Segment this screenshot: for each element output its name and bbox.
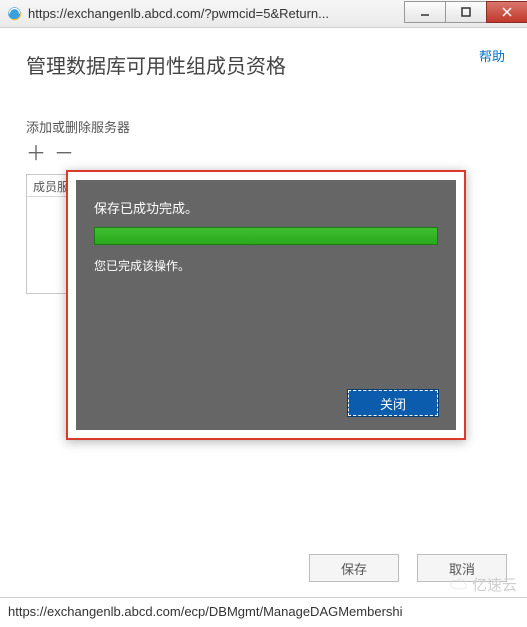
window-controls bbox=[404, 0, 527, 27]
address-bar-url: https://exchangenlb.abcd.com/?pwmcid=5&R… bbox=[28, 6, 404, 21]
remove-server-button[interactable]: － bbox=[54, 144, 74, 164]
page-title: 管理数据库可用性组成员资格 bbox=[26, 50, 501, 79]
add-remove-toolbar: ＋ － bbox=[26, 144, 501, 164]
save-button[interactable]: 保存 bbox=[309, 554, 399, 582]
ie-icon bbox=[6, 6, 22, 22]
progress-dialog: 保存已成功完成。 您已完成该操作。 关闭 bbox=[66, 170, 466, 440]
dialog-message: 您已完成该操作。 bbox=[94, 257, 438, 274]
status-bar: https://exchangenlb.abcd.com/ecp/DBMgmt/… bbox=[0, 597, 527, 627]
progress-bar bbox=[94, 227, 438, 245]
status-bar-url: https://exchangenlb.abcd.com/ecp/DBMgmt/… bbox=[8, 604, 403, 619]
dialog-close-button[interactable]: 关闭 bbox=[348, 390, 438, 416]
dialog-title: 保存已成功完成。 bbox=[94, 198, 438, 217]
section-label: 添加或删除服务器 bbox=[26, 117, 501, 136]
window-titlebar: https://exchangenlb.abcd.com/?pwmcid=5&R… bbox=[0, 0, 527, 28]
watermark: 亿速云 bbox=[450, 574, 517, 595]
watermark-text: 亿速云 bbox=[472, 574, 517, 595]
minimize-button[interactable] bbox=[404, 1, 446, 23]
add-server-button[interactable]: ＋ bbox=[26, 144, 46, 164]
close-window-button[interactable] bbox=[486, 1, 527, 23]
help-link[interactable]: 帮助 bbox=[479, 46, 505, 65]
maximize-button[interactable] bbox=[445, 1, 487, 23]
